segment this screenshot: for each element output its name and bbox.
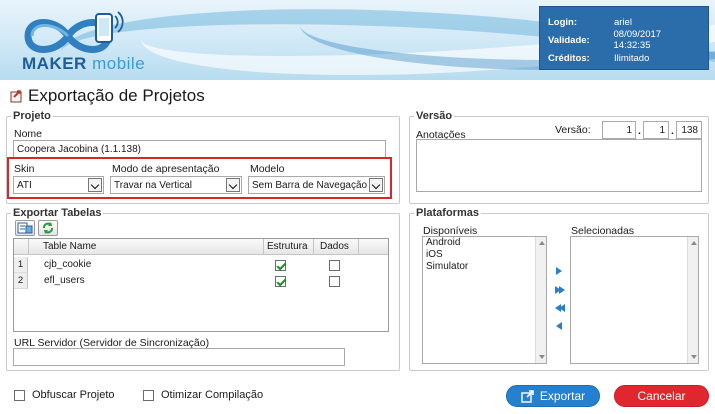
- table-row[interactable]: 1 cjb_cookie: [14, 257, 388, 273]
- export-button[interactable]: Exportar: [506, 385, 600, 407]
- obfuscar-label[interactable]: Obfuscar Projeto: [32, 389, 115, 401]
- credits-value: Ilimitado: [614, 52, 650, 64]
- page-title: Exportação de Projetos: [10, 85, 205, 107]
- table-import-icon: [17, 222, 33, 234]
- table-name-cell: efl_users: [44, 275, 85, 286]
- estrutura-checkbox[interactable]: [275, 260, 286, 271]
- list-item[interactable]: iOS: [423, 249, 546, 261]
- app-header: MAKER mobile Login: ariel Validade: 08/0…: [0, 0, 715, 80]
- vertical-scrollbar[interactable]: [687, 237, 698, 363]
- import-table-button[interactable]: [15, 220, 35, 236]
- export-project-icon: [10, 89, 23, 103]
- dados-checkbox[interactable]: [329, 260, 340, 271]
- table-name-cell: cjb_cookie: [44, 259, 92, 270]
- highlight-box: [7, 157, 392, 199]
- credits-key: Créditos:: [548, 52, 590, 64]
- cancel-button-label: Cancelar: [637, 389, 686, 403]
- dados-checkbox[interactable]: [329, 276, 340, 287]
- column-header-estrutura[interactable]: Estrutura: [264, 239, 314, 255]
- url-servidor-field[interactable]: [13, 348, 345, 366]
- version-major-field[interactable]: 1: [602, 121, 636, 139]
- logo-wordmark: MAKER mobile: [22, 54, 145, 74]
- validity-key: Validade:: [548, 34, 590, 46]
- tables-grid: Table Name Estrutura Dados 1 cjb_cookie …: [13, 238, 389, 332]
- export-button-label: Exportar: [539, 389, 586, 403]
- otimizar-label[interactable]: Otimizar Compilação: [161, 389, 263, 401]
- exportar-legend: Exportar Tabelas: [11, 207, 104, 219]
- projeto-legend: Projeto: [11, 110, 53, 122]
- column-header-table-name[interactable]: Table Name: [29, 239, 264, 255]
- login-info-panel: Login: ariel Validade: 08/09/2017 14:32:…: [539, 6, 709, 70]
- arrow-left-icon: [556, 322, 562, 330]
- refresh-icon: [43, 222, 53, 234]
- move-all-right-button[interactable]: [555, 285, 565, 295]
- move-right-button[interactable]: [556, 266, 566, 276]
- move-all-left-button[interactable]: [555, 303, 565, 313]
- anotacoes-textarea[interactable]: [416, 139, 702, 192]
- row-number: 2: [14, 273, 28, 289]
- row-number-header: [14, 239, 29, 255]
- version-minor-field[interactable]: 1: [643, 121, 669, 139]
- validity-row: Validade: 08/09/2017 14:32:35: [548, 29, 700, 51]
- login-value: ariel: [614, 16, 632, 28]
- list-item[interactable]: Android: [423, 237, 546, 249]
- otimizar-checkbox[interactable]: [143, 390, 154, 401]
- list-item[interactable]: Simulator: [423, 261, 546, 273]
- estrutura-checkbox[interactable]: [275, 276, 286, 287]
- refresh-button[interactable]: [38, 220, 58, 236]
- version-build-field[interactable]: 138: [676, 121, 702, 139]
- grid-header: Table Name Estrutura Dados: [14, 239, 388, 255]
- version-separator: .: [638, 125, 641, 137]
- version-separator: .: [671, 125, 674, 137]
- row-number: 1: [14, 257, 28, 273]
- nome-field[interactable]: Coopera Jacobina (1.1.138): [13, 140, 386, 158]
- page-title-text: Exportação de Projetos: [28, 86, 205, 105]
- disponiveis-list[interactable]: Android iOS Simulator: [422, 236, 547, 364]
- vertical-scrollbar[interactable]: [535, 237, 546, 363]
- plataformas-legend: Plataformas: [414, 207, 481, 219]
- validity-value: 08/09/2017 14:32:35: [613, 29, 662, 51]
- arrow-right-icon: [556, 267, 562, 275]
- obfuscar-checkbox[interactable]: [14, 390, 25, 401]
- credits-row: Créditos: Ilimitado: [548, 49, 700, 67]
- versao-legend: Versão: [414, 110, 455, 122]
- logo-word-maker: MAKER: [22, 54, 87, 73]
- cancel-button[interactable]: Cancelar: [614, 385, 709, 407]
- column-header-dados[interactable]: Dados: [314, 239, 359, 255]
- external-link-icon: [521, 389, 534, 403]
- move-left-button[interactable]: [556, 321, 566, 331]
- login-key: Login:: [548, 16, 578, 28]
- versao-label: Versão:: [555, 124, 591, 136]
- table-row[interactable]: 2 efl_users: [14, 273, 388, 289]
- selecionadas-list[interactable]: [570, 236, 699, 364]
- logo-word-mobile: mobile: [92, 54, 146, 73]
- nome-label: Nome: [14, 128, 43, 140]
